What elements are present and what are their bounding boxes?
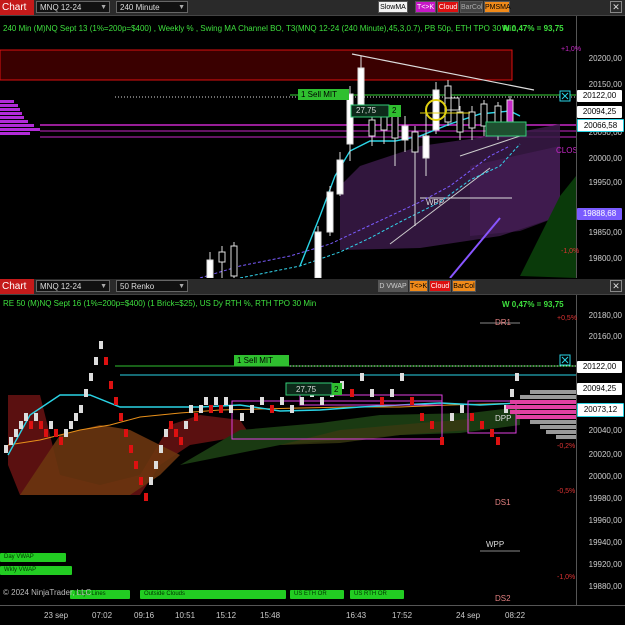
bottom-pct-down: -0,5% bbox=[557, 488, 576, 495]
time-label: 16:43 bbox=[346, 611, 367, 620]
price-label: 20000,00 bbox=[588, 154, 622, 163]
bottom-order-qty[interactable]: 2 bbox=[334, 385, 338, 394]
top-close-icon[interactable]: ✕ bbox=[610, 1, 622, 13]
bottom-current-price-tag: 20122,00 bbox=[577, 361, 622, 373]
price-label: 19800,00 bbox=[588, 254, 622, 263]
day-vwap-button[interactable]: Day VWAP bbox=[0, 553, 66, 562]
bottom-period-select[interactable]: 50 Renko ▼ bbox=[116, 280, 188, 292]
top-price-plot[interactable] bbox=[0, 16, 576, 278]
copyright: © 2024 NinjaTrader, LLC bbox=[3, 588, 92, 597]
dpp-level: DPP bbox=[495, 414, 512, 423]
bottom-sell-mit-button[interactable]: 1 Sell MIT bbox=[234, 355, 289, 366]
dr1-level: DR1 bbox=[495, 318, 512, 327]
top-pct-up: +1,0% bbox=[561, 46, 582, 53]
price-label: 20200,00 bbox=[588, 54, 622, 63]
bottom-period-value: 50 Renko bbox=[120, 282, 155, 291]
chevron-down-icon: ▼ bbox=[178, 4, 185, 11]
top-cloud-button[interactable]: Cloud bbox=[437, 1, 459, 13]
bottom-barcol-button[interactable]: BarCol bbox=[452, 280, 476, 292]
top-order-price[interactable]: 27,75 bbox=[356, 106, 376, 115]
time-label: 15:48 bbox=[260, 611, 281, 620]
bottom-instrument-value: MNQ 12-24 bbox=[40, 282, 82, 291]
bottom-price-plot[interactable] bbox=[0, 295, 576, 605]
bottom-order-price[interactable]: 27,75 bbox=[296, 385, 316, 394]
price-label: 19960,00 bbox=[588, 516, 622, 525]
price-label: 20040,00 bbox=[588, 426, 622, 435]
top-pmsma-button[interactable]: PMSMA bbox=[484, 1, 511, 13]
top-instrument-select[interactable]: MNQ 12-24 ▼ bbox=[36, 1, 110, 13]
bottom-price-axis[interactable]: +0,5% 20180,00 20160,00 20040,00 -0,2% 2… bbox=[557, 295, 625, 605]
top-period-value: 240 Minute bbox=[120, 3, 160, 12]
top-price-axis[interactable]: +1,0% 20200,00 20150,00 20050,00 20000,0… bbox=[561, 16, 625, 278]
time-label: 08:22 bbox=[505, 611, 526, 620]
top-barcol-button[interactable]: BarCol bbox=[460, 1, 483, 13]
ds2-level: DS2 bbox=[495, 594, 511, 603]
top-lower-price-tag: 19888,68 bbox=[577, 208, 622, 220]
bottom-cloud-button[interactable]: Cloud bbox=[429, 280, 451, 292]
chevron-down-icon: ▼ bbox=[100, 283, 107, 290]
wkly-vwap-button[interactable]: Wkly VWAP bbox=[0, 566, 72, 575]
price-label: 20160,00 bbox=[588, 332, 622, 341]
outside-clouds-button[interactable]: Outside Clouds bbox=[140, 590, 286, 599]
volume-profile bbox=[0, 100, 40, 135]
price-label: 19920,00 bbox=[588, 560, 622, 569]
price-label: 19850,00 bbox=[588, 228, 622, 237]
bottom-close-icon[interactable]: ✕ bbox=[610, 280, 622, 292]
top-close-level: CLOS bbox=[556, 146, 578, 155]
time-label: 24 sep bbox=[456, 611, 481, 620]
top-toolbar: Chart MNQ 12-24 ▼ 240 Minute ▼ SlowMA T<… bbox=[0, 0, 625, 16]
top-wpp-level: WPP bbox=[426, 198, 445, 207]
bottom-pct-low: -1,0% bbox=[557, 574, 576, 581]
top-pct-down: -1,0% bbox=[561, 248, 580, 255]
time-label: 10:51 bbox=[175, 611, 196, 620]
top-chart-tab[interactable]: Chart bbox=[0, 0, 34, 15]
supply-zone bbox=[0, 49, 513, 81]
price-label: 19980,00 bbox=[588, 494, 622, 503]
top-order-qty[interactable]: 2 bbox=[392, 106, 396, 115]
us-eth-or-button[interactable]: US ETH OR bbox=[290, 590, 344, 599]
ds1-level: DS1 bbox=[495, 498, 511, 507]
time-label: 07:02 bbox=[92, 611, 113, 620]
top-low-price-tag: 20066,58 bbox=[577, 119, 624, 132]
time-label: 09:16 bbox=[134, 611, 155, 620]
us-rth-or-button[interactable]: US RTH OR bbox=[350, 590, 404, 599]
bottom-low-price-tag: 20073,12 bbox=[577, 403, 624, 417]
time-label: 15:12 bbox=[216, 611, 237, 620]
price-label: 19950,00 bbox=[588, 178, 622, 187]
wpp-level: WPP bbox=[486, 540, 505, 549]
top-mid-price-tag: 20094,25 bbox=[577, 106, 622, 118]
bottom-tk-button[interactable]: T<>K bbox=[409, 280, 428, 292]
bottom-toolbar: Chart MNQ 12-24 ▼ 50 Renko ▼ D VWAP T<>K… bbox=[0, 279, 625, 295]
price-label: 20180,00 bbox=[588, 311, 622, 320]
bottom-pct-up: +0,5% bbox=[557, 315, 578, 322]
chevron-down-icon: ▼ bbox=[178, 283, 185, 290]
time-label: 23 sep bbox=[44, 611, 69, 620]
top-period-select[interactable]: 240 Minute ▼ bbox=[116, 1, 188, 13]
price-label: 20150,00 bbox=[588, 80, 622, 89]
bottom-chart-tab[interactable]: Chart bbox=[0, 279, 34, 294]
price-label: 20020,00 bbox=[588, 450, 622, 459]
top-slowma-button[interactable]: SlowMA bbox=[378, 1, 408, 13]
top-tk-button[interactable]: T<>K bbox=[415, 1, 436, 13]
bottom-mid-price-tag: 20094,25 bbox=[577, 383, 622, 395]
bottom-pct-mid: -0,2% bbox=[557, 443, 576, 450]
top-instrument-value: MNQ 12-24 bbox=[40, 3, 82, 12]
bottom-instrument-select[interactable]: MNQ 12-24 ▼ bbox=[36, 280, 110, 292]
chevron-down-icon: ▼ bbox=[100, 4, 107, 11]
bottom-dvwap-button[interactable]: D VWAP bbox=[378, 280, 408, 292]
top-current-price-tag: 20122,00 bbox=[577, 90, 622, 102]
price-label: 19880,00 bbox=[588, 582, 622, 591]
price-label: 20000,00 bbox=[588, 472, 622, 481]
time-label: 17:52 bbox=[392, 611, 413, 620]
price-label: 19940,00 bbox=[588, 538, 622, 547]
top-sell-mit-button[interactable]: 1 Sell MIT bbox=[298, 89, 349, 100]
